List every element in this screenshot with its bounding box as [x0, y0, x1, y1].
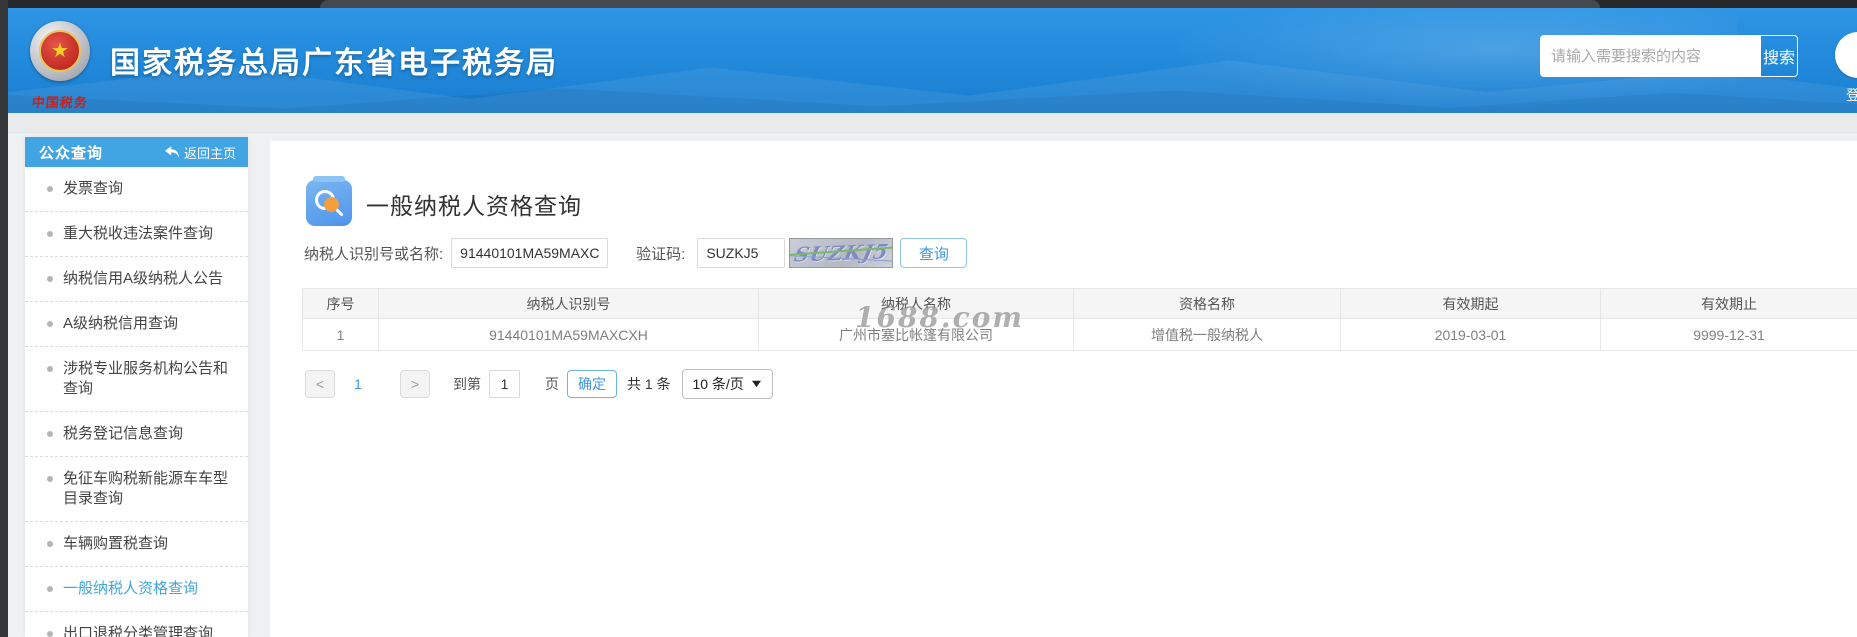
bullet-icon	[47, 586, 53, 592]
pagination: < 1 > 到第 页 确定 共 1 条 10 条/页 ▼	[305, 369, 773, 399]
logo-caption: 中国税务	[31, 95, 89, 110]
table-row: 1 91440101MA59MAXCXH 广州市塞比帐篷有限公司 增值税一般纳税…	[302, 318, 1857, 351]
emblem-star-icon: ★	[51, 40, 69, 62]
bullet-icon	[47, 276, 53, 282]
login-link[interactable]: 登	[1846, 85, 1857, 105]
sidebar-item-a-level-credit-announcement[interactable]: 纳税信用A级纳税人公告	[25, 257, 248, 302]
bullet-icon	[47, 366, 53, 372]
sidebar-item-label: 重大税收违法案件查询	[63, 225, 214, 242]
bullet-icon	[47, 431, 53, 437]
header-search: 搜索	[1540, 35, 1798, 77]
icon-lid-decoration	[313, 176, 345, 182]
sidebar-item-label: 出口退税分类管理查询	[63, 625, 214, 637]
sidebar-item-label: A级纳税信用查询	[63, 315, 179, 332]
sidebar-item-tax-registration-info[interactable]: 税务登记信息查询	[25, 412, 248, 457]
confirm-page-button[interactable]: 确定	[567, 370, 617, 398]
sidebar-item-label: 发票查询	[63, 180, 124, 197]
site-title: 国家税务总局广东省电子税务局	[110, 47, 558, 80]
sidebar-header: 公众查询 返回主页	[25, 137, 248, 167]
chevron-down-icon: ▼	[748, 378, 764, 390]
sidebar-item-invoice-query[interactable]: 发票查询	[25, 167, 248, 212]
browser-chrome-top	[0, 0, 1857, 8]
search-input[interactable]	[1541, 36, 1760, 76]
user-avatar[interactable]	[1835, 32, 1857, 78]
bullet-icon	[47, 186, 53, 192]
next-page-button[interactable]: >	[400, 370, 430, 398]
cell-taxpayer-name: 广州市塞比帐篷有限公司	[758, 318, 1074, 351]
query-form: 纳税人识别号或名称: 验证码: SUZKJ5 查询	[304, 238, 968, 268]
taxpayer-id-input[interactable]	[451, 238, 609, 268]
bullet-icon	[47, 541, 53, 547]
query-button[interactable]: 查询	[900, 238, 968, 268]
cell-valid-from: 2019-03-01	[1340, 318, 1601, 351]
search-button[interactable]: 搜索	[1760, 36, 1797, 76]
magnifier-icon	[306, 176, 352, 226]
tax-bureau-emblem: ★	[30, 21, 90, 81]
sidebar-item-a-level-credit-query[interactable]: A级纳税信用查询	[25, 302, 248, 347]
bullet-icon	[47, 321, 53, 327]
sidebar-item-label: 涉税专业服务机构公告和查询	[63, 360, 229, 397]
browser-tab-remnant	[320, 0, 1600, 8]
bullet-icon	[47, 231, 53, 237]
main-content: 一般纳税人资格查询 纳税人识别号或名称: 验证码: SUZKJ5 查询 序号 纳…	[270, 141, 1857, 637]
site-header: ★ 中国税务 国家税务总局广东省电子税务局 搜索 登	[8, 8, 1857, 113]
cell-seq: 1	[302, 318, 379, 351]
col-header-valid-to: 有效期止	[1600, 288, 1857, 319]
table-header-row: 序号 纳税人识别号 纳税人名称 资格名称 有效期起 有效期止	[302, 288, 1857, 319]
bullet-icon	[47, 631, 53, 637]
sidebar-item-major-tax-violation[interactable]: 重大税收违法案件查询	[25, 212, 248, 257]
captcha-input[interactable]	[697, 238, 786, 268]
cell-taxpayer-id: 91440101MA59MAXCXH	[378, 318, 759, 351]
sidebar-item-tax-service-agency[interactable]: 涉税专业服务机构公告和查询	[25, 347, 248, 412]
sidebar-item-general-taxpayer-query[interactable]: 一般纳税人资格查询	[25, 567, 248, 612]
page-number-input[interactable]	[489, 370, 520, 398]
reply-arrow-icon	[164, 146, 179, 158]
back-to-home-link[interactable]: 返回主页	[164, 143, 236, 162]
prev-page-button[interactable]: <	[305, 370, 335, 398]
sidebar-item-label: 一般纳税人资格查询	[63, 580, 199, 597]
browser-chrome-left	[0, 0, 8, 637]
col-header-taxpayer-id: 纳税人识别号	[378, 288, 759, 319]
header-sub-band	[8, 113, 1857, 133]
sidebar-item-export-tax-rebate[interactable]: 出口退税分类管理查询	[25, 612, 248, 637]
captcha-label: 验证码:	[636, 245, 686, 263]
page-size-select[interactable]: 10 条/页 ▼	[681, 369, 773, 399]
sidebar-item-vehicle-purchase-tax[interactable]: 车辆购置税查询	[25, 522, 248, 567]
back-to-home-label: 返回主页	[183, 145, 236, 161]
sidebar-item-label: 车辆购置税查询	[63, 535, 169, 552]
taxpayer-id-label: 纳税人识别号或名称:	[304, 245, 444, 263]
result-table: 序号 纳税人识别号 纳税人名称 资格名称 有效期起 有效期止 1 9144010…	[302, 288, 1857, 351]
bullet-icon	[47, 476, 53, 482]
sidebar-title: 公众查询	[39, 144, 104, 162]
magnifier-handle	[335, 208, 344, 217]
captcha-image[interactable]: SUZKJ5	[789, 238, 894, 268]
sidebar-item-label: 税务登记信息查询	[63, 425, 184, 442]
col-header-valid-from: 有效期起	[1340, 288, 1601, 319]
sidebar: 公众查询 返回主页 发票查询 重大税收违法案件查询 纳税信用A级纳税人公告 A级…	[25, 137, 248, 637]
page-size-value: 10 条/页	[692, 376, 744, 392]
sidebar-item-new-energy-vehicle-catalog[interactable]: 免征车购税新能源车车型目录查询	[25, 457, 248, 522]
sidebar-menu: 发票查询 重大税收违法案件查询 纳税信用A级纳税人公告 A级纳税信用查询 涉税专…	[25, 167, 248, 637]
cell-valid-to: 9999-12-31	[1600, 318, 1857, 351]
cell-qualification: 增值税一般纳税人	[1073, 318, 1341, 351]
current-page-number[interactable]: 1	[343, 376, 373, 392]
sidebar-item-label: 纳税信用A级纳税人公告	[63, 270, 224, 287]
page: ★ 中国税务 国家税务总局广东省电子税务局 搜索 登 公众查询 返回主页	[0, 0, 1857, 637]
sidebar-item-label: 免征车购税新能源车车型目录查询	[63, 470, 229, 507]
emblem-inner-disc: ★	[39, 30, 81, 72]
page-title: 一般纳税人资格查询	[366, 193, 582, 219]
col-header-seq: 序号	[302, 288, 379, 319]
col-header-taxpayer-name: 纳税人名称	[758, 288, 1074, 319]
total-records-label: 共 1 条	[627, 376, 671, 392]
goto-page-prefix-label: 到第	[453, 376, 481, 392]
col-header-qualification: 资格名称	[1073, 288, 1341, 319]
goto-page-suffix-label: 页	[545, 376, 559, 392]
